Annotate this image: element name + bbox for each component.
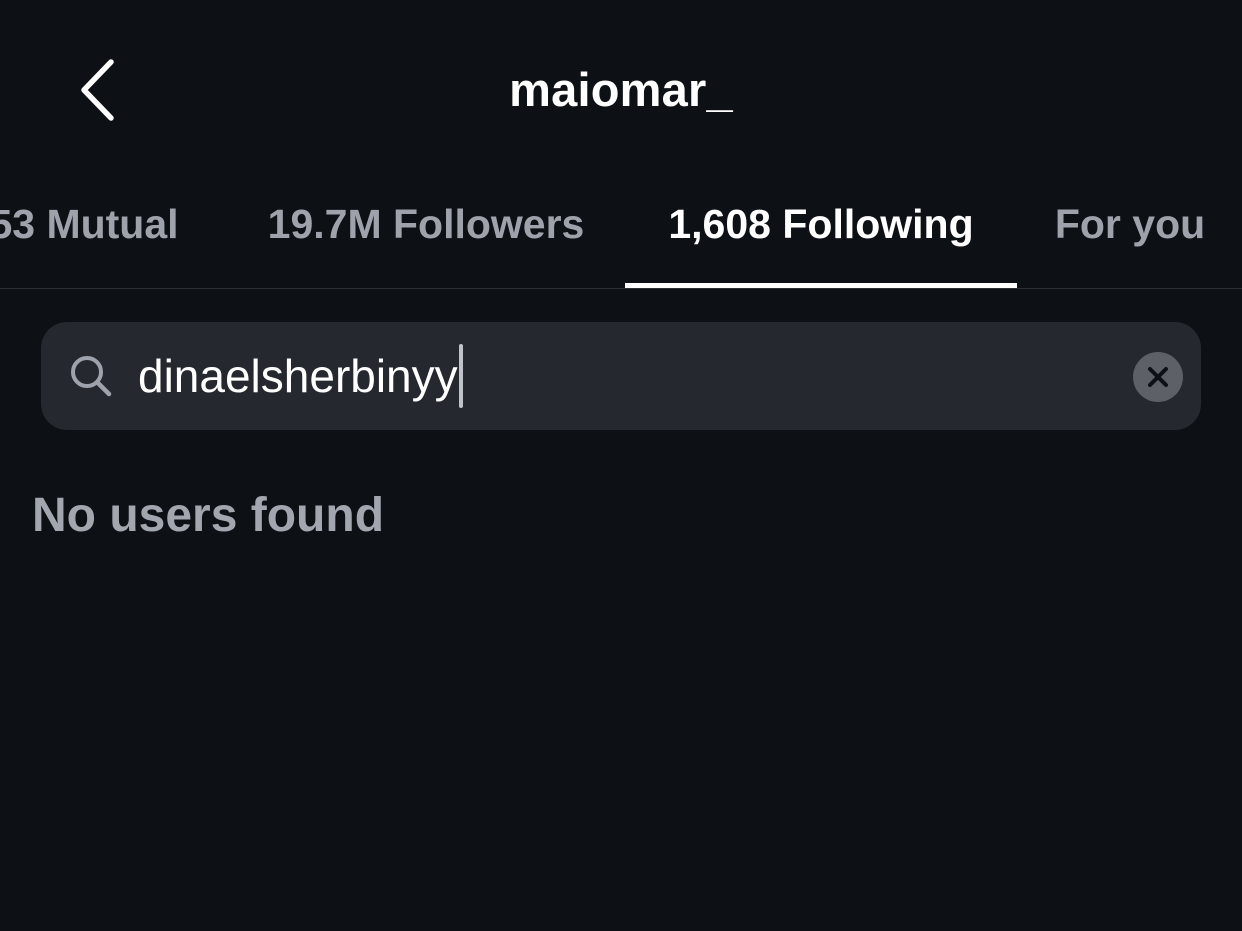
clear-search-button[interactable] <box>1133 352 1183 402</box>
clear-icon <box>1148 367 1168 387</box>
tab-following[interactable]: 1,608 Following <box>625 180 1017 288</box>
tab-label: For you <box>1054 201 1206 247</box>
tab-mutual[interactable]: 53 Mutual <box>0 180 218 288</box>
search-field[interactable]: dinaelsherbinyy <box>41 322 1201 430</box>
tab-label: 1,608 Following <box>668 201 974 247</box>
tab-followers[interactable]: 19.7M Followers <box>232 180 620 288</box>
top-bar: maiomar_ <box>0 0 1242 180</box>
tab-label: 53 Mutual <box>0 201 179 247</box>
tab-for-you[interactable]: For you <box>1030 180 1230 288</box>
active-tab-indicator <box>625 283 1017 288</box>
search-icon <box>71 356 112 397</box>
empty-state-message: No users found <box>32 489 385 542</box>
text-cursor <box>458 344 463 408</box>
tab-bar: 53 Mutual 19.7M Followers 1,608 Followin… <box>0 180 1242 289</box>
search-query: dinaelsherbinyy <box>138 350 458 402</box>
tab-label: 19.7M Followers <box>267 201 585 247</box>
page-title: maiomar_ <box>509 63 733 116</box>
search-input[interactable]: dinaelsherbinyy <box>138 344 463 408</box>
